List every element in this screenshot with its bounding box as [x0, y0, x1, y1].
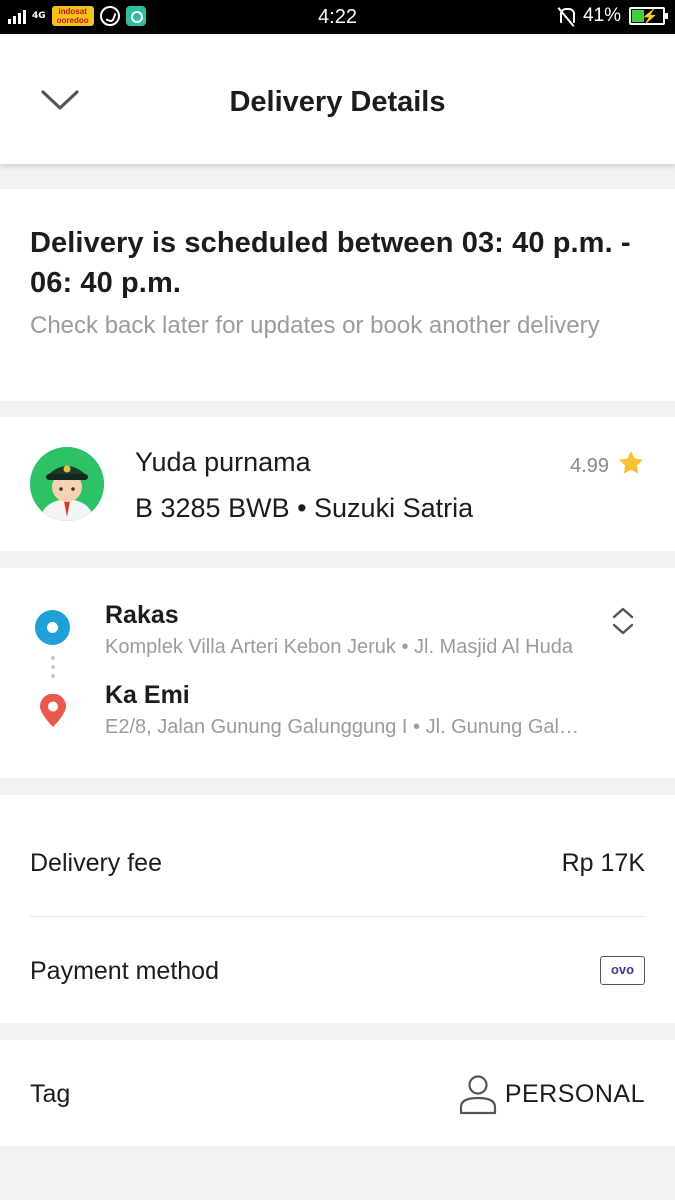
driver-avatar-icon — [30, 447, 104, 521]
app-header: Delivery Details — [0, 34, 675, 164]
ovo-payment-icon[interactable]: ovo — [600, 956, 645, 985]
schedule-card: Delivery is scheduled between 03: 40 p.m… — [0, 189, 675, 401]
driver-rating: 4.99 — [570, 455, 609, 477]
star-icon — [619, 451, 643, 474]
mute-icon — [557, 6, 575, 26]
payment-card: Delivery fee Rp 17K Payment method ovo — [0, 795, 675, 1023]
origin-name: Rakas — [105, 601, 179, 629]
expand-route-icon[interactable] — [610, 606, 636, 636]
avatar — [30, 447, 104, 521]
driver-name: Yuda purnama — [135, 447, 311, 477]
page-title: Delivery Details — [229, 86, 446, 118]
delivery-fee-value: Rp 17K — [561, 849, 645, 877]
payment-method-label: Payment method — [30, 957, 219, 985]
battery-percent: 41% — [582, 5, 621, 26]
schedule-title: Delivery is scheduled between 03: 40 p.m… — [30, 227, 631, 299]
destination-pin-icon — [40, 694, 66, 727]
status-right: 41% ⚡ — [557, 5, 668, 27]
status-bar: 4G indosat ooredoo 4:22 41% ⚡ — [0, 0, 675, 34]
battery-icon: ⚡ — [629, 7, 668, 25]
route-dots — [51, 656, 55, 678]
origin-pin-icon — [35, 610, 70, 645]
person-icon — [459, 1075, 497, 1115]
driver-card[interactable]: Yuda purnama B 3285 BWB • Suzuki Satria … — [0, 417, 675, 551]
tag-card[interactable]: Tag PERSONAL — [0, 1040, 675, 1146]
destination-address: E2/8, Jalan Gunung Galunggung I • Jl. Gu… — [105, 716, 585, 738]
tag-value[interactable]: PERSONAL — [505, 1080, 645, 1109]
destination-name: Ka Emi — [105, 681, 190, 709]
divider — [30, 916, 645, 917]
delivery-fee-label: Delivery fee — [30, 849, 162, 877]
origin-address: Komplek Villa Arteri Kebon Jeruk • Jl. M… — [105, 636, 573, 658]
tag-label: Tag — [30, 1080, 71, 1108]
vehicle-info: B 3285 BWB • Suzuki Satria — [135, 493, 474, 523]
route-card: Rakas Komplek Villa Arteri Kebon Jeruk •… — [0, 568, 675, 778]
schedule-subtitle: Check back later for updates or book ano… — [30, 312, 600, 339]
